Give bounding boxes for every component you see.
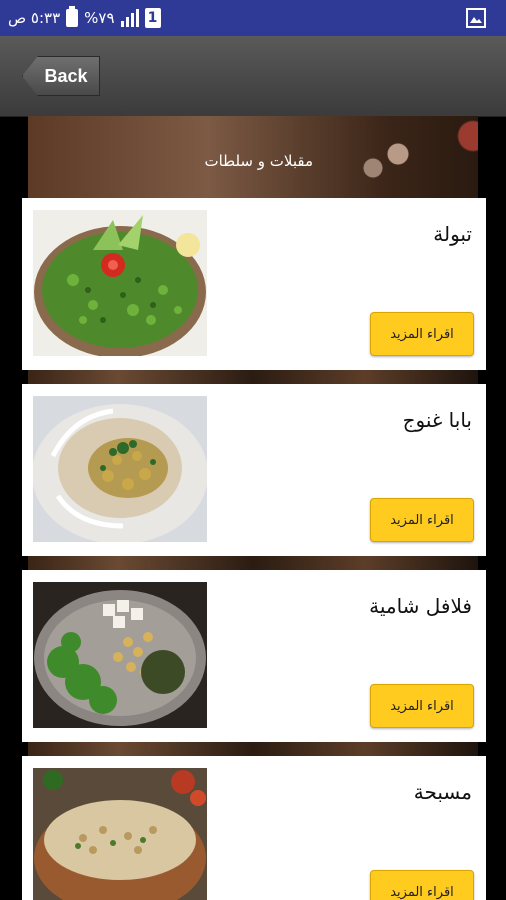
read-more-button[interactable]: اقراء المزيد bbox=[370, 870, 474, 900]
recipe-title: مسبحة bbox=[413, 780, 472, 804]
background-strip bbox=[28, 556, 478, 570]
signal-icon bbox=[120, 9, 139, 27]
recipe-card[interactable]: بابا غنوج اقراء المزيد bbox=[22, 384, 486, 556]
battery-level: %٧٩ bbox=[84, 9, 115, 27]
status-bar: ٥:٣٣ ص %٧٩ 1 bbox=[0, 0, 506, 36]
recipe-title: تبولة bbox=[433, 222, 472, 246]
recipe-card[interactable]: تبولة اقراء المزيد bbox=[22, 198, 486, 370]
falafel-ingredients-image bbox=[33, 582, 207, 728]
tabbouleh-image bbox=[33, 210, 207, 356]
background-strip bbox=[28, 742, 478, 756]
recipe-card[interactable]: فلافل شامية اقراء المزيد bbox=[22, 570, 486, 742]
baba-ghanoush-image bbox=[33, 396, 207, 542]
recipe-list[interactable]: مقبلات و سلطات تبولة اقراء المزيد بابا غ… bbox=[0, 116, 506, 900]
clock: ٥:٣٣ ص bbox=[8, 9, 61, 27]
read-more-button[interactable]: اقراء المزيد bbox=[370, 312, 474, 356]
recipe-card[interactable]: مسبحة اقراء المزيد bbox=[22, 756, 486, 900]
action-bar: Back bbox=[0, 36, 506, 117]
sim-badge: 1 bbox=[144, 8, 161, 28]
read-more-button[interactable]: اقراء المزيد bbox=[370, 684, 474, 728]
read-more-button[interactable]: اقراء المزيد bbox=[370, 498, 474, 542]
background-strip bbox=[28, 370, 478, 384]
status-left: ٥:٣٣ ص %٧٩ 1 bbox=[8, 0, 161, 36]
back-button[interactable]: Back bbox=[22, 56, 100, 96]
recipe-title: بابا غنوج bbox=[402, 408, 472, 432]
recipe-title: فلافل شامية bbox=[369, 594, 472, 618]
gallery-icon bbox=[466, 8, 486, 28]
category-title: مقبلات و سلطات bbox=[204, 152, 313, 170]
msabbaha-image bbox=[33, 768, 207, 900]
category-banner: مقبلات و سلطات bbox=[28, 116, 478, 198]
battery-icon bbox=[66, 6, 79, 27]
